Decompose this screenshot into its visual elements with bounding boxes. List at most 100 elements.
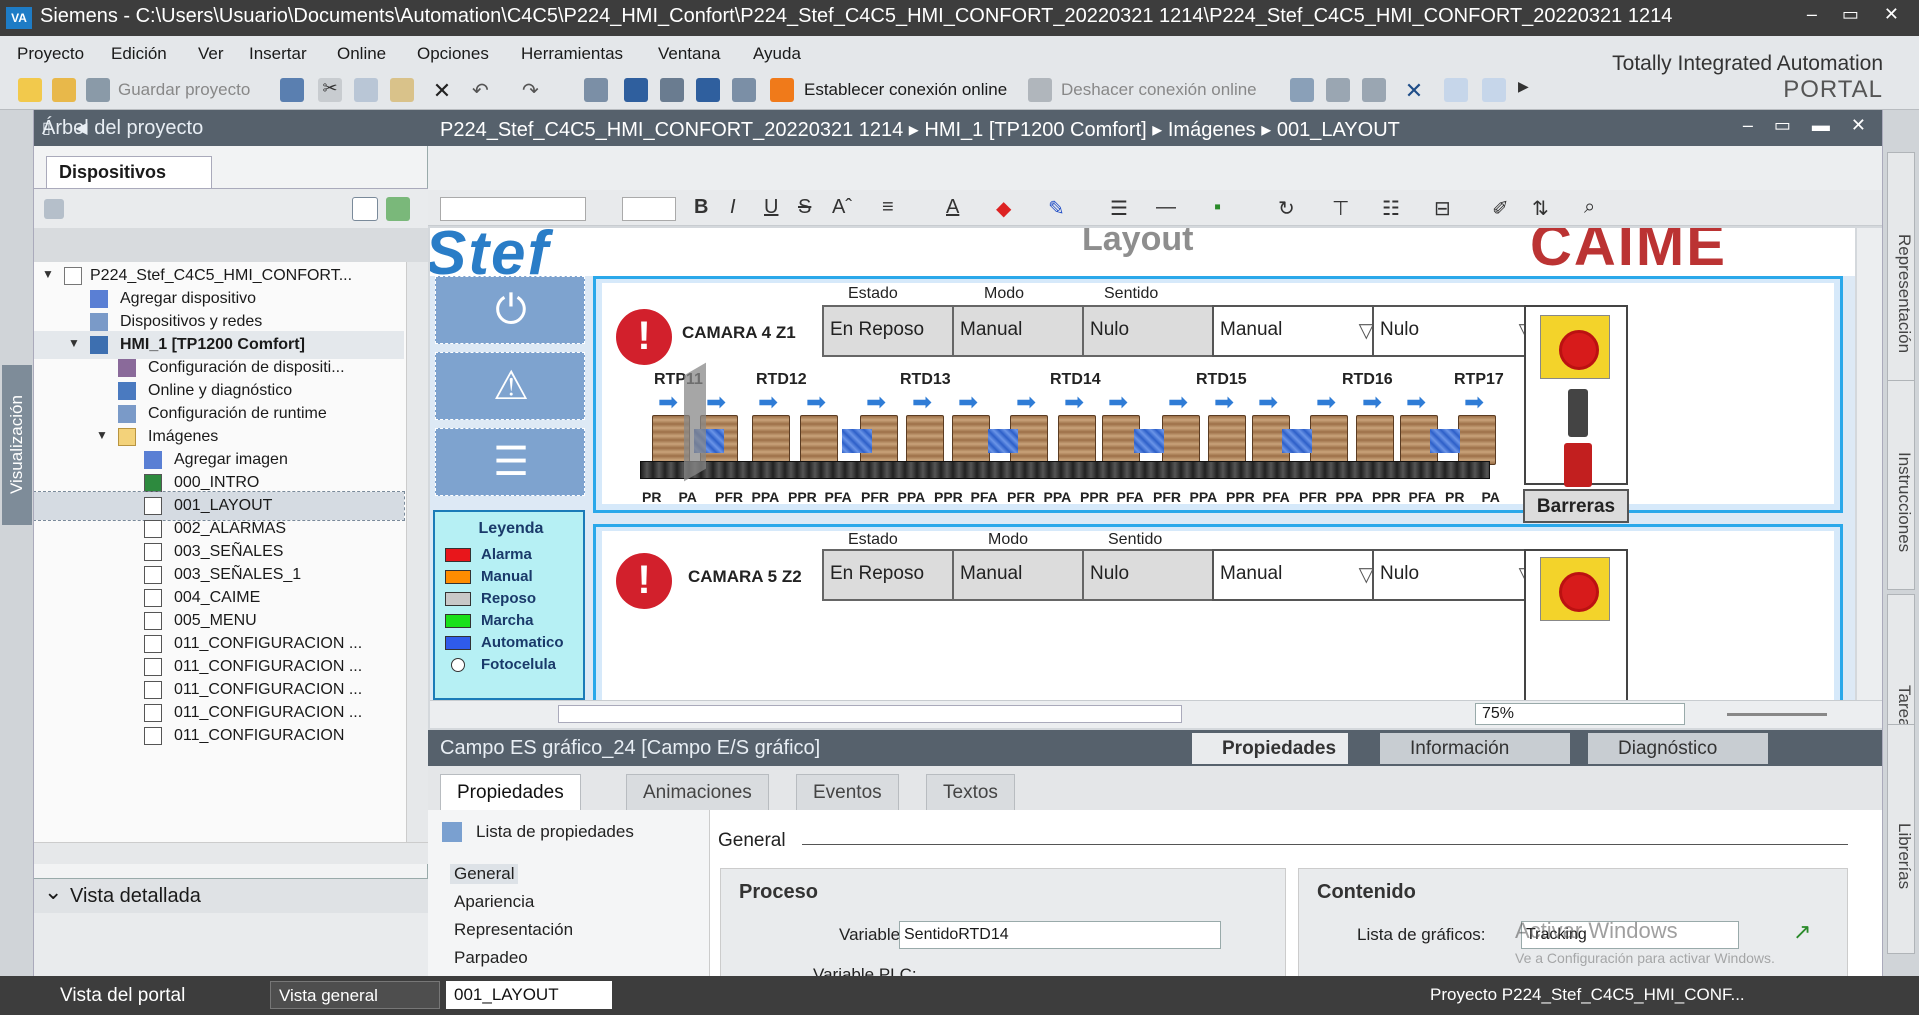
subtab-eventos[interactable]: Eventos <box>796 774 899 810</box>
sentido-dropdown[interactable]: Nulo <box>1372 549 1548 601</box>
fill-color-icon[interactable]: ◆ <box>996 196 1011 221</box>
menu-opciones[interactable]: Opciones <box>417 44 489 64</box>
redo-icon[interactable]: ↷ <box>522 78 546 102</box>
accessible-devices-icon[interactable] <box>1290 78 1314 102</box>
open-project-icon[interactable] <box>52 78 76 102</box>
menu-insertar[interactable]: Insertar <box>249 44 307 64</box>
go-offline-button[interactable]: Deshacer conexión online <box>1061 80 1257 100</box>
property-list-header[interactable]: Lista de propiedades <box>476 822 634 842</box>
arrange-icon[interactable]: ▪ <box>1214 196 1221 219</box>
menu-online[interactable]: Online <box>337 44 386 64</box>
tab-diagnostico[interactable]: Diagnóstico <box>1588 733 1768 764</box>
detail-view-header[interactable]: Vista detallada <box>34 879 428 913</box>
tree-tool-icon[interactable] <box>44 199 64 219</box>
task-card-librerias[interactable]: Librerías <box>1887 724 1915 954</box>
toolbar-more-icon[interactable]: ▶ <box>1518 78 1542 102</box>
property-apariencia[interactable]: Apariencia <box>454 892 534 912</box>
task-card-instrucciones[interactable]: Instrucciones <box>1887 380 1915 590</box>
menu-proyecto[interactable]: Proyecto <box>17 44 84 64</box>
menu-ver[interactable]: Ver <box>198 44 224 64</box>
emergency-stop-icon[interactable] <box>1540 557 1610 621</box>
nav-alarm-button[interactable]: ⚠ <box>435 352 585 420</box>
split-vertical-icon[interactable] <box>1482 78 1506 102</box>
alarm-warning-icon[interactable]: ! <box>616 309 672 365</box>
tree-horizontal-scrollbar[interactable] <box>34 842 428 864</box>
go-online-button[interactable]: Establecer conexión online <box>804 80 1007 100</box>
align-top-icon[interactable]: ⊤ <box>1332 196 1349 221</box>
tab-propiedades[interactable]: Propiedades <box>1192 733 1348 764</box>
subtab-textos[interactable]: Textos <box>926 774 1015 810</box>
subtab-animaciones[interactable]: Animaciones <box>626 774 769 810</box>
zoom-select[interactable]: 75% <box>1475 703 1685 725</box>
editor-window-controls[interactable]: – ▭ ▬ ✕ <box>1743 115 1874 136</box>
save-project-button[interactable]: Guardar proyecto <box>118 80 250 100</box>
cross-reference-icon[interactable]: ✕ <box>1402 78 1426 103</box>
compile-icon[interactable] <box>584 78 608 102</box>
layers-icon[interactable]: ⇅ <box>1532 196 1549 221</box>
emergency-stop-icon[interactable] <box>1540 315 1610 379</box>
cut-icon[interactable]: ✂ <box>318 78 342 102</box>
line-style-icon[interactable]: — <box>1156 196 1176 219</box>
modo-dropdown[interactable]: Manual <box>1212 549 1388 601</box>
goto-icon[interactable]: ↗ <box>1793 919 1811 945</box>
menu-ventana[interactable]: Ventana <box>658 44 720 64</box>
underline-icon[interactable]: U <box>764 196 778 219</box>
canvas-vertical-scrollbar[interactable] <box>1857 228 1882 700</box>
new-project-icon[interactable] <box>18 78 42 102</box>
go-online-icon[interactable] <box>770 78 794 102</box>
rotate-icon[interactable]: ↻ <box>1278 196 1295 221</box>
open-editor-tab[interactable]: 001_LAYOUT <box>446 981 612 1009</box>
split-horizontal-icon[interactable] <box>1444 78 1468 102</box>
property-parpadeo[interactable]: Parpadeo <box>454 948 528 968</box>
scroll-thumb[interactable] <box>558 705 1182 723</box>
undo-icon[interactable]: ↶ <box>472 78 496 102</box>
show-overview-icon[interactable] <box>386 197 410 221</box>
distribute-icon[interactable]: ☷ <box>1382 196 1400 221</box>
sentido-dropdown[interactable]: Nulo <box>1372 305 1548 357</box>
subtab-propiedades[interactable]: Propiedades <box>440 774 581 811</box>
menu-edicion[interactable]: Edición <box>111 44 167 64</box>
menu-herramientas[interactable]: Herramientas <box>521 44 623 64</box>
font-size-select[interactable] <box>622 197 676 221</box>
download-icon[interactable] <box>624 78 648 102</box>
font-size-up-icon[interactable]: Aˆ <box>832 196 852 219</box>
visualizacion-tab[interactable]: Visualización <box>2 365 32 525</box>
list-view-icon[interactable] <box>352 197 378 221</box>
go-offline-icon[interactable] <box>1028 78 1052 102</box>
line-color-icon[interactable]: ✎ <box>1048 196 1065 221</box>
same-size-icon[interactable]: ⊟ <box>1434 196 1451 221</box>
cpu-stop-icon[interactable] <box>1362 78 1386 102</box>
tree-vertical-scrollbar[interactable] <box>406 262 428 842</box>
alarm-warning-icon[interactable]: ! <box>616 553 672 609</box>
task-card-representacion[interactable]: Representación <box>1887 152 1915 402</box>
paste-icon[interactable] <box>390 78 414 102</box>
property-general[interactable]: General <box>450 864 519 884</box>
property-representacion[interactable]: Representación <box>454 920 573 940</box>
strikethrough-icon[interactable]: S <box>798 196 811 219</box>
menu-ayuda[interactable]: Ayuda <box>753 44 801 64</box>
zoom-slider[interactable] <box>1727 713 1827 716</box>
italic-icon[interactable]: I <box>730 196 736 219</box>
barreras-button[interactable]: Barreras <box>1523 489 1629 523</box>
line-width-icon[interactable]: ☰ <box>1110 196 1128 221</box>
canvas-horizontal-scrollbar[interactable]: 75% <box>430 700 1882 728</box>
start-simulation-icon[interactable] <box>732 78 756 102</box>
delete-icon[interactable]: ✕ <box>430 78 454 103</box>
upload-icon[interactable] <box>660 78 684 102</box>
save-icon[interactable] <box>86 78 110 102</box>
variable-input[interactable]: SentidoRTD14 <box>899 921 1221 949</box>
portal-view-button[interactable]: Vista del portal <box>52 981 193 1009</box>
print-icon[interactable] <box>280 78 304 102</box>
zoom-selection-icon[interactable]: ⌕ <box>1584 196 1595 219</box>
bold-icon[interactable]: B <box>694 196 708 219</box>
tab-informacion[interactable]: Información <box>1380 733 1570 764</box>
format-painter-icon[interactable]: ✐ <box>1492 196 1509 221</box>
tree-item-screen[interactable]: 011_CONFIGURACION <box>34 722 404 750</box>
font-color-icon[interactable]: A <box>946 196 959 219</box>
copy-icon[interactable] <box>354 78 378 102</box>
hmi-screen-canvas[interactable]: Stef Layout CAIME ⏻ ⚠ ☰ Leyenda Alarma M… <box>430 228 1855 700</box>
align-icon[interactable]: ≡ <box>882 196 894 219</box>
window-controls[interactable]: – ▭ ✕ <box>1807 4 1909 25</box>
collapse-panel-icon[interactable]: ▯ ◀ <box>42 118 414 138</box>
nav-power-button[interactable]: ⏻ <box>435 276 585 344</box>
